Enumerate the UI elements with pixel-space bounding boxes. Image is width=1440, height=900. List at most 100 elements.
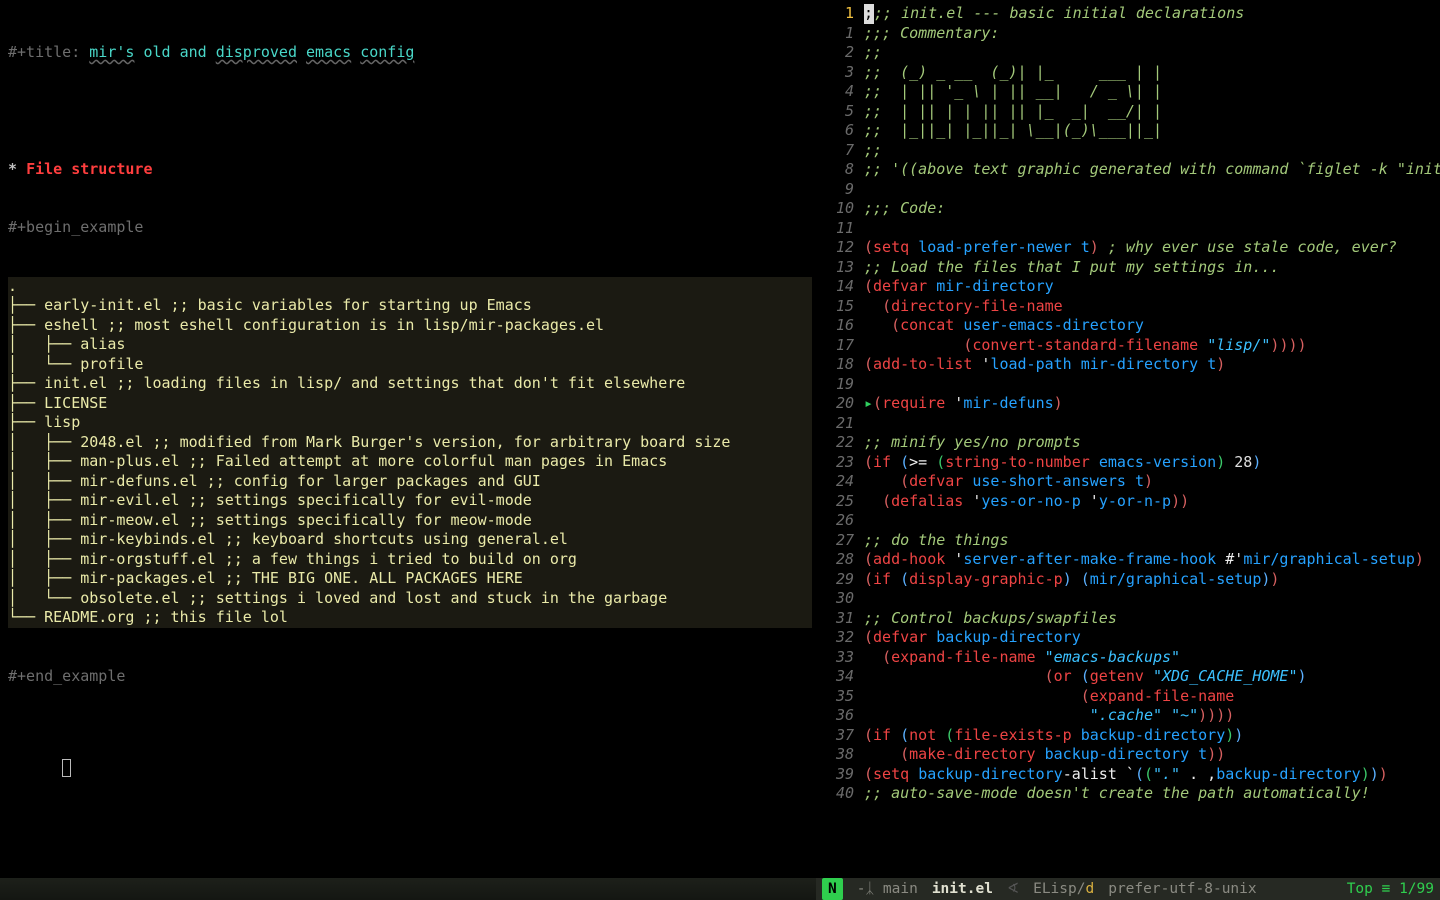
org-keyword: #+title: — [8, 43, 89, 61]
end-example: #+end_example — [8, 667, 812, 687]
code-line[interactable]: 31;; Control backups/swapfiles — [816, 609, 1440, 629]
line-number: 11 — [816, 219, 864, 239]
file-tree-line: ├── early-init.el ;; basic variables for… — [8, 296, 808, 316]
code-content: ▸(require 'mir-defuns) — [864, 394, 1440, 414]
code-line[interactable]: 15 (directory-file-name — [816, 297, 1440, 317]
line-number: 7 — [816, 141, 864, 161]
elisp-buffer[interactable]: 1;;; init.el --- basic initial declarati… — [816, 0, 1440, 804]
code-content: (or (getenv "XDG_CACHE_HOME") — [864, 667, 1440, 687]
code-content: ;; | || | | || || |_ _| __/| | — [864, 102, 1440, 122]
code-line[interactable]: 7;; — [816, 141, 1440, 161]
code-line[interactable]: 20▸(require 'mir-defuns) — [816, 394, 1440, 414]
code-line[interactable]: 32(defvar backup-directory — [816, 628, 1440, 648]
fringe-arrow-icon: ▸ — [864, 394, 873, 412]
code-content: ;; do the things — [864, 531, 1440, 551]
code-line[interactable]: 19 — [816, 375, 1440, 395]
file-tree-line: │ ├── mir-packages.el ;; THE BIG ONE. AL… — [8, 569, 808, 589]
modeline: N -ᛣ main init.el ∢ ELisp/d prefer-utf-8… — [0, 878, 1440, 900]
line-number: 29 — [816, 570, 864, 590]
org-buffer[interactable]: #+title: mir's old and disproved emacs c… — [0, 0, 816, 798]
file-tree-line: │ ├── mir-meow.el ;; settings specifical… — [8, 511, 808, 531]
line-number: 17 — [816, 336, 864, 356]
line-number: 35 — [816, 687, 864, 707]
code-line[interactable]: 13;; Load the files that I put my settin… — [816, 258, 1440, 278]
code-content: ;; (_) _ __ (_)| |_ ___ | | — [864, 63, 1440, 83]
code-line[interactable]: 39(setq backup-directory-alist `(("." . … — [816, 765, 1440, 785]
code-line[interactable]: 29(if (display-graphic-p) (mir/graphical… — [816, 570, 1440, 590]
code-line[interactable]: 2;; — [816, 43, 1440, 63]
code-line[interactable]: 10;;; Code: — [816, 199, 1440, 219]
line-number: 8 — [816, 160, 864, 180]
code-line[interactable]: 16 (concat user-emacs-directory — [816, 316, 1440, 336]
code-line[interactable]: 35 (expand-file-name — [816, 687, 1440, 707]
code-content: (concat user-emacs-directory — [864, 316, 1440, 336]
editor-frame: #+title: mir's old and disproved emacs c… — [0, 0, 1440, 900]
left-pane-readme[interactable]: #+title: mir's old and disproved emacs c… — [0, 0, 816, 900]
code-line[interactable]: 23(if (>= (string-to-number emacs-versio… — [816, 453, 1440, 473]
code-line[interactable]: 5;; | || | | || || |_ _| __/| | — [816, 102, 1440, 122]
line-number: 24 — [816, 472, 864, 492]
code-content: ;;; Commentary: — [864, 24, 1440, 44]
code-line[interactable]: 8;; '((above text graphic generated with… — [816, 160, 1440, 180]
file-tree-line: ├── init.el ;; loading files in lisp/ an… — [8, 374, 808, 394]
point-cursor: ; — [864, 4, 874, 24]
evil-state-indicator: N — [822, 878, 843, 900]
line-number: 39 — [816, 765, 864, 785]
line-number: 5 — [816, 102, 864, 122]
code-line[interactable]: 24 (defvar use-short-answers t) — [816, 472, 1440, 492]
file-tree-line: │ ├── man-plus.el ;; Failed attempt at m… — [8, 452, 808, 472]
begin-example: #+begin_example — [8, 218, 812, 238]
line-number: 36 — [816, 706, 864, 726]
code-line[interactable]: 9 — [816, 180, 1440, 200]
line-number: 2 — [816, 43, 864, 63]
code-line[interactable]: 14(defvar mir-directory — [816, 277, 1440, 297]
file-tree-line: ├── lisp — [8, 413, 808, 433]
code-line[interactable]: 17 (convert-standard-filename "lisp/")))… — [816, 336, 1440, 356]
line-number: 14 — [816, 277, 864, 297]
code-line[interactable]: 34 (or (getenv "XDG_CACHE_HOME") — [816, 667, 1440, 687]
code-content: ".cache" "~")))) — [864, 706, 1440, 726]
code-line[interactable]: 40;; auto-save-mode doesn't create the p… — [816, 784, 1440, 804]
code-line[interactable]: 37(if (not (file-exists-p backup-directo… — [816, 726, 1440, 746]
code-line[interactable]: 1;;; Commentary: — [816, 24, 1440, 44]
line-number: 28 — [816, 550, 864, 570]
code-line[interactable]: 38 (make-directory backup-directory t)) — [816, 745, 1440, 765]
line-number: 1 — [816, 24, 864, 44]
code-line[interactable]: 22;; minify yes/no prompts — [816, 433, 1440, 453]
code-line[interactable]: 21 — [816, 414, 1440, 434]
code-line[interactable]: 36 ".cache" "~")))) — [816, 706, 1440, 726]
code-line[interactable]: 11 — [816, 219, 1440, 239]
code-content: ;; |_||_| |_||_| \__|(_)\___||_| — [864, 121, 1440, 141]
right-pane-init-el[interactable]: 1;;; init.el --- basic initial declarati… — [816, 0, 1440, 900]
code-line[interactable]: 12(setq load-prefer-newer t) ; why ever … — [816, 238, 1440, 258]
code-line[interactable]: 33 (expand-file-name "emacs-backups" — [816, 648, 1440, 668]
code-content: ;; | || '_ \ | || __| / _ \| | — [864, 82, 1440, 102]
code-line[interactable]: 4;; | || '_ \ | || __| / _ \| | — [816, 82, 1440, 102]
line-number: 20 — [816, 394, 864, 414]
file-tree-line: │ └── obsolete.el ;; settings i loved an… — [8, 589, 808, 609]
code-content: (if (not (file-exists-p backup-directory… — [864, 726, 1440, 746]
code-content: ;; auto-save-mode doesn't create the pat… — [864, 784, 1440, 804]
code-line[interactable]: 27;; do the things — [816, 531, 1440, 551]
code-content — [864, 375, 1440, 395]
code-line[interactable]: 18(add-to-list 'load-path mir-directory … — [816, 355, 1440, 375]
modeline-inactive — [0, 878, 816, 900]
cursor — [62, 759, 71, 777]
code-line[interactable]: 26 — [816, 511, 1440, 531]
code-line[interactable]: 1;;; init.el --- basic initial declarati… — [816, 4, 1440, 24]
code-line[interactable]: 6;; |_||_| |_||_| \__|(_)\___||_| — [816, 121, 1440, 141]
code-content — [864, 219, 1440, 239]
code-line[interactable]: 30 — [816, 589, 1440, 609]
code-content: ;; Load the files that I put my settings… — [864, 258, 1440, 278]
code-content: (directory-file-name — [864, 297, 1440, 317]
file-tree-line: │ ├── alias — [8, 335, 808, 355]
line-number: 15 — [816, 297, 864, 317]
code-line[interactable]: 3;; (_) _ __ (_)| |_ ___ | | — [816, 63, 1440, 83]
code-content: (if (display-graphic-p) (mir/graphical-s… — [864, 570, 1440, 590]
file-tree-line: │ ├── mir-evil.el ;; settings specifical… — [8, 491, 808, 511]
line-number: 1 — [816, 4, 864, 24]
code-line[interactable]: 25 (defalias 'yes-or-no-p 'y-or-n-p)) — [816, 492, 1440, 512]
code-line[interactable]: 28(add-hook 'server-after-make-frame-hoo… — [816, 550, 1440, 570]
line-number: 16 — [816, 316, 864, 336]
file-tree-line: ├── LICENSE — [8, 394, 808, 414]
